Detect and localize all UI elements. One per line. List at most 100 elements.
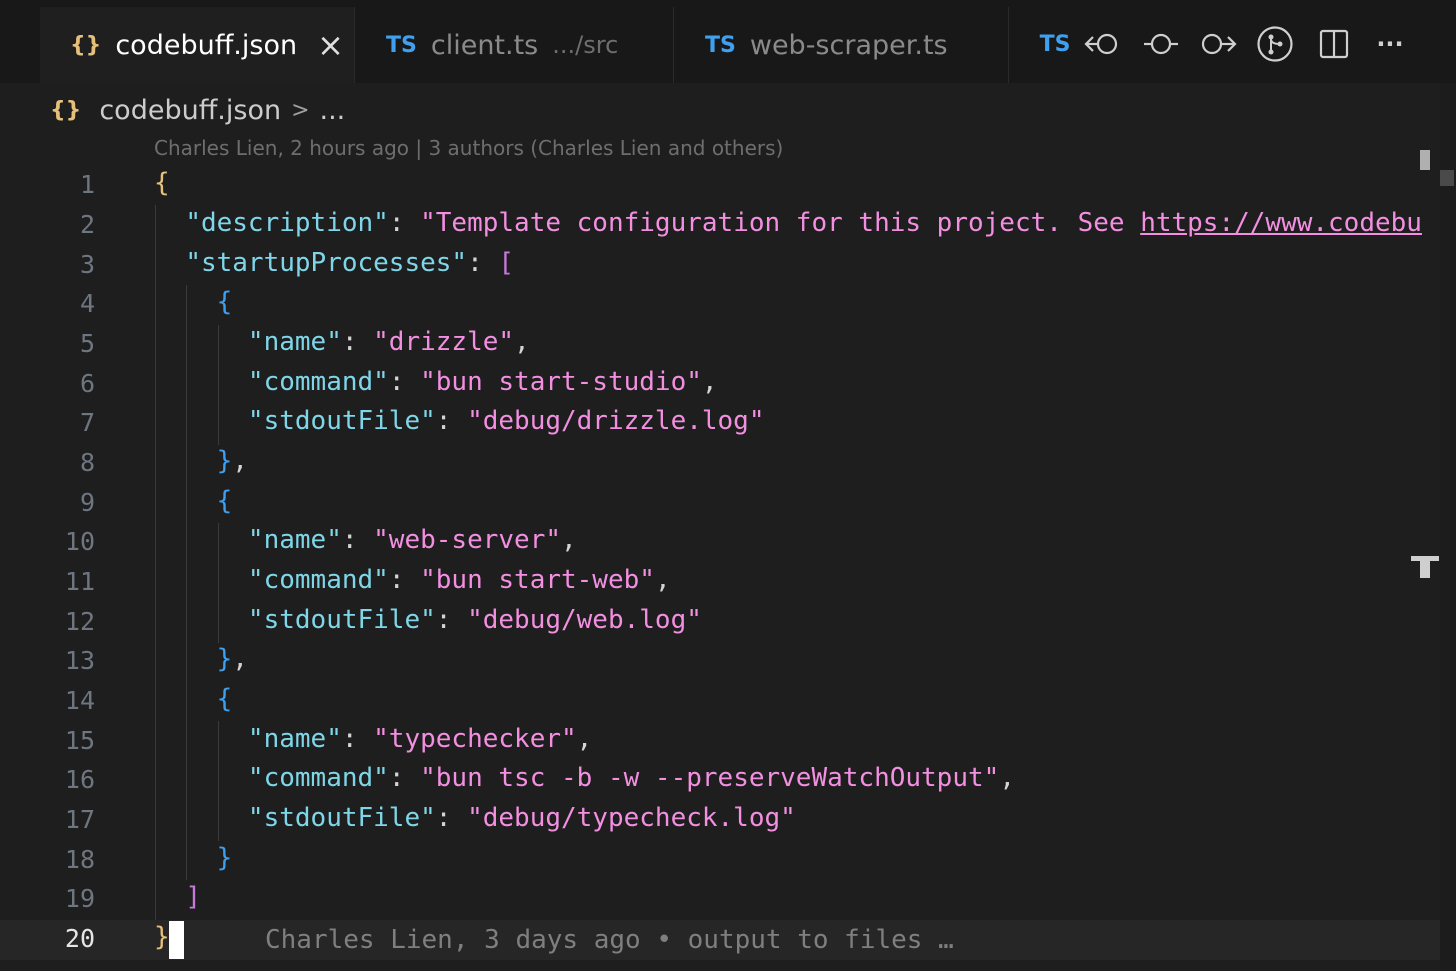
- line-number: 17: [64, 805, 95, 834]
- line-number: 19: [64, 884, 95, 913]
- tab-label: client.ts: [430, 29, 539, 61]
- code-line: "startupProcesses": [: [185, 248, 515, 278]
- line-number: 16: [64, 765, 95, 794]
- json-key: "name": [247, 327, 342, 357]
- json-string: "typechecker": [373, 724, 577, 754]
- tab-label: codebuff.json: [115, 29, 298, 61]
- line-number: 10: [64, 527, 95, 556]
- json-brace: {: [154, 168, 170, 198]
- json-link[interactable]: https://www.codebu: [1140, 208, 1422, 238]
- json-string: "bun tsc -b -w --preserveWatchOutput": [420, 763, 1000, 793]
- json-brace: {: [216, 287, 233, 317]
- line-number: 11: [64, 567, 95, 596]
- code-line: "stdoutFile": "debug/drizzle.log": [247, 406, 765, 436]
- line-number: 8: [79, 448, 95, 477]
- json-string: "bun start-studio": [420, 367, 702, 397]
- line-number: 2: [79, 210, 95, 239]
- line-number: 6: [79, 369, 95, 398]
- json-string: "web-server": [373, 525, 561, 555]
- chevron-right-icon: >: [291, 97, 310, 123]
- tab-client-ts[interactable]: TS client.ts .../src: [356, 7, 674, 83]
- more-actions-icon[interactable]: ···: [1370, 22, 1410, 66]
- json-key: "command": [247, 763, 389, 793]
- json-string: "Template configuration for this project…: [420, 208, 1141, 238]
- json-key: "startupProcesses": [185, 248, 468, 278]
- scrollbar-thumb[interactable]: [1440, 170, 1454, 186]
- line-number: 5: [79, 329, 95, 358]
- line-number: 4: [79, 289, 95, 318]
- code-line: "name": "web-server",: [247, 525, 577, 555]
- json-brace: }: [154, 922, 170, 952]
- line-number: 15: [64, 726, 95, 755]
- code-line-current: }: [154, 922, 170, 952]
- line-number: 1: [79, 170, 95, 199]
- json-file-icon: {}: [70, 32, 102, 58]
- close-icon[interactable]: ×: [317, 26, 344, 64]
- line-number: 7: [79, 408, 95, 437]
- tab-codebuff-json[interactable]: {} codebuff.json ×: [40, 7, 355, 83]
- code-line: {: [154, 684, 233, 714]
- json-file-icon: {}: [50, 97, 82, 123]
- tab-label: web-scraper.ts: [749, 29, 948, 61]
- code-line: "stdoutFile": "debug/web.log": [247, 605, 702, 635]
- json-key: "stdoutFile": [247, 803, 436, 833]
- git-compare-icon[interactable]: [1255, 22, 1295, 66]
- code-line: },: [216, 446, 248, 476]
- breadcrumb-file[interactable]: codebuff.json: [99, 95, 281, 126]
- commit-icon[interactable]: [1141, 22, 1181, 66]
- split-editor-icon[interactable]: [1314, 22, 1354, 66]
- line-number: 9: [79, 488, 95, 517]
- line-number-current: 20: [64, 924, 95, 953]
- code-line: "stdoutFile": "debug/typecheck.log": [247, 803, 796, 833]
- json-key: "stdoutFile": [247, 406, 436, 436]
- breadcrumb: {} codebuff.json > ...: [50, 88, 345, 132]
- typescript-file-icon: TS: [705, 32, 736, 58]
- previous-change-icon[interactable]: [1083, 22, 1123, 66]
- json-brace: {: [216, 486, 233, 516]
- code-line: },: [216, 644, 248, 674]
- code-line: "command": "bun start-web",: [247, 565, 671, 595]
- scrollbar[interactable]: [1440, 83, 1456, 971]
- code-line: }: [154, 843, 233, 873]
- json-string: "debug/web.log": [467, 605, 702, 635]
- line-number: 3: [79, 250, 95, 279]
- json-brace: }: [216, 446, 233, 476]
- json-key: "name": [247, 525, 342, 555]
- text-cursor: [169, 921, 184, 959]
- code-line: "name": "drizzle",: [247, 327, 530, 357]
- code-line: ]: [154, 882, 201, 912]
- json-string: "bun start-web": [420, 565, 655, 595]
- breadcrumb-more[interactable]: ...: [320, 95, 346, 126]
- tab-web-scraper-ts[interactable]: TS web-scraper.ts: [675, 7, 1009, 83]
- code-line: {: [154, 287, 233, 317]
- code-line: "description": "Template configuration f…: [185, 208, 1422, 238]
- code-line: "command": "bun tsc -b -w --preserveWatc…: [247, 763, 1015, 793]
- inline-git-blame[interactable]: Charles Lien, 3 days ago • output to fil…: [265, 920, 954, 960]
- json-bracket: ]: [185, 882, 201, 912]
- code-line: {: [154, 486, 233, 516]
- typescript-file-icon: TS: [386, 32, 417, 58]
- json-string: "drizzle": [373, 327, 515, 357]
- json-key: "name": [247, 724, 342, 754]
- json-key: "description": [185, 208, 389, 238]
- line-number: 13: [64, 646, 95, 675]
- tab-bar: {} codebuff.json × TS client.ts .../src …: [0, 0, 1456, 83]
- code-line: "command": "bun start-studio",: [247, 367, 718, 397]
- code-line: "name": "typechecker",: [247, 724, 593, 754]
- json-brace: {: [216, 684, 233, 714]
- line-number: 18: [64, 845, 95, 874]
- overview-ruler-mark: [1420, 150, 1430, 170]
- text-cursor-mark-icon: [1410, 555, 1440, 579]
- typescript-icon[interactable]: TS: [1035, 22, 1075, 66]
- json-key: "command": [247, 565, 389, 595]
- git-blame-codelens[interactable]: Charles Lien, 2 hours ago | 3 authors (C…: [154, 136, 783, 160]
- json-bracket: [: [498, 248, 515, 278]
- json-key: "command": [247, 367, 389, 397]
- json-brace: }: [216, 843, 233, 873]
- json-string: "debug/drizzle.log": [467, 406, 765, 436]
- line-number: 12: [64, 607, 95, 636]
- line-number: 14: [64, 686, 95, 715]
- json-string: "debug/typecheck.log": [467, 803, 796, 833]
- next-change-icon[interactable]: [1198, 22, 1238, 66]
- code-line: {: [154, 168, 170, 198]
